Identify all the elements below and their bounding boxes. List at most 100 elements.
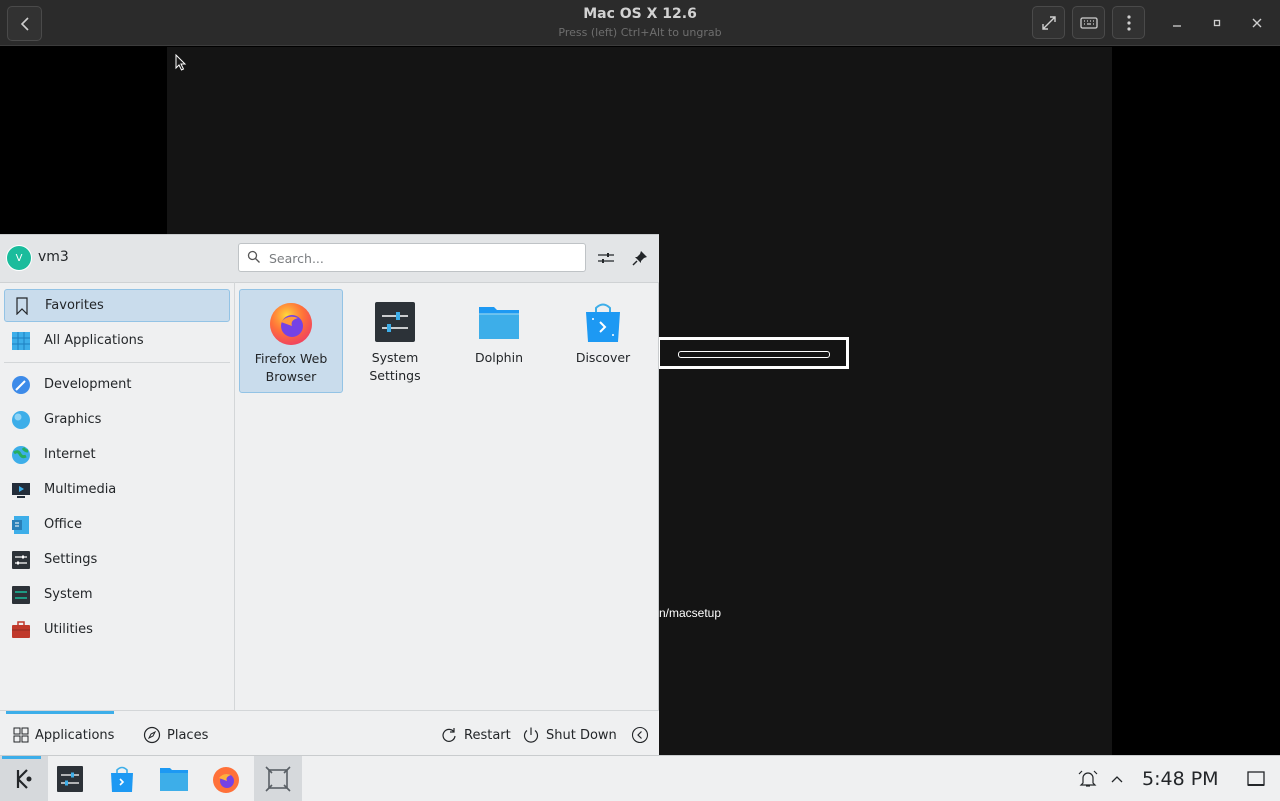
restart-icon: [440, 726, 458, 744]
shutdown-label: Shut Down: [546, 727, 617, 743]
notifications-button[interactable]: [1064, 756, 1112, 801]
keyboard-icon: [1079, 16, 1098, 29]
app-system-settings[interactable]: System Settings: [343, 289, 447, 393]
category-graphics[interactable]: Graphics: [4, 403, 230, 436]
category-label: Favorites: [45, 298, 104, 313]
sliders-icon: [598, 253, 614, 263]
category-sidebar: Favorites All Applications Development G…: [0, 282, 235, 710]
vm-titlebar: Mac OS X 12.6 Press (left) Ctrl+Alt to u…: [0, 0, 1280, 46]
category-internet[interactable]: Internet: [4, 438, 230, 471]
boot-progress-box: [657, 337, 849, 369]
development-icon: [11, 375, 31, 395]
chevron-left-circle-icon: [631, 726, 649, 744]
category-divider: [4, 362, 230, 363]
search-field[interactable]: [238, 243, 586, 272]
app-label: System Settings: [369, 350, 421, 383]
restart-button[interactable]: Restart: [440, 725, 511, 745]
app-label: Discover: [575, 350, 631, 365]
category-label: Graphics: [44, 412, 102, 427]
app-dolphin[interactable]: Dolphin: [447, 289, 551, 393]
avatar[interactable]: V: [6, 245, 32, 271]
firefox-icon: [268, 300, 314, 346]
category-favorites[interactable]: Favorites: [4, 289, 230, 322]
configure-button[interactable]: [595, 247, 617, 269]
mouse-cursor-icon: [175, 54, 187, 71]
category-label: Settings: [44, 552, 98, 567]
category-system[interactable]: System: [4, 578, 230, 611]
vm-window-icon: [265, 765, 291, 792]
user-name: vm3: [38, 249, 69, 265]
minimize-icon: [1173, 25, 1181, 27]
shutdown-button[interactable]: Shut Down: [522, 725, 617, 745]
globe-icon: [11, 445, 31, 465]
taskbar-firefox[interactable]: [202, 756, 250, 801]
category-label: All Applications: [44, 333, 144, 348]
maximize-button[interactable]: [1206, 12, 1228, 34]
discover-icon: [111, 766, 133, 792]
app-label: Firefox Web Browser: [254, 351, 328, 384]
guest-console-text: n/macsetup: [659, 606, 722, 620]
office-icon: [11, 515, 31, 535]
taskbar-dolphin[interactable]: [150, 756, 198, 801]
taskbar-vm-window[interactable]: [254, 756, 302, 801]
category-label: Internet: [44, 447, 96, 462]
leave-more-button[interactable]: [631, 725, 655, 745]
search-icon: [247, 250, 260, 263]
menu-button[interactable]: [1112, 6, 1145, 39]
graphics-icon: [11, 410, 31, 430]
taskbar-system-settings[interactable]: [46, 756, 94, 801]
tab-label: Places: [167, 727, 209, 743]
tab-applications[interactable]: Applications: [13, 725, 114, 745]
taskbar-discover[interactable]: [98, 756, 146, 801]
category-office[interactable]: Office: [4, 508, 230, 541]
category-settings[interactable]: Settings: [4, 543, 230, 576]
fullscreen-button[interactable]: [1032, 6, 1065, 39]
grid-icon: [11, 331, 31, 351]
category-development[interactable]: Development: [4, 368, 230, 401]
system-icon: [11, 585, 31, 605]
show-desktop-icon: [1247, 770, 1265, 786]
app-discover[interactable]: Discover: [551, 289, 655, 393]
category-multimedia[interactable]: Multimedia: [4, 473, 230, 506]
launcher-footer: Applications Places Restart Shut Down: [0, 710, 659, 757]
close-button[interactable]: [1246, 12, 1268, 34]
app-label: Dolphin: [475, 350, 523, 365]
restart-label: Restart: [464, 727, 511, 743]
show-desktop-button[interactable]: [1232, 756, 1280, 801]
kebab-menu-icon: [1126, 14, 1131, 31]
category-all-applications[interactable]: All Applications: [4, 324, 230, 357]
category-label: Office: [44, 517, 82, 532]
favorites-grid: Firefox Web Browser System Settings Dolp…: [235, 282, 659, 710]
application-launcher: V vm3 Favorites All Applications Develop…: [0, 234, 659, 757]
search-input[interactable]: [267, 248, 581, 269]
clock[interactable]: 5:48 PM: [1142, 768, 1219, 790]
system-settings-icon: [57, 765, 83, 792]
maximize-icon: [1213, 19, 1221, 27]
launcher-button[interactable]: [0, 756, 48, 801]
firefox-icon: [213, 766, 239, 793]
pin-button[interactable]: [629, 247, 651, 269]
tray-expand-button[interactable]: [1106, 756, 1128, 801]
app-firefox[interactable]: Firefox Web Browser: [239, 289, 343, 393]
pin-icon: [632, 251, 647, 266]
bookmark-icon: [12, 296, 32, 316]
folder-icon: [476, 299, 522, 345]
active-tab-indicator: [6, 711, 114, 714]
launcher-header: V vm3: [0, 235, 659, 283]
system-settings-icon: [372, 299, 418, 345]
kde-launcher-icon: [16, 768, 32, 789]
utilities-icon: [11, 620, 31, 640]
boot-progress-bar: [678, 351, 830, 358]
launcher-active-indicator: [2, 756, 41, 759]
category-label: System: [44, 587, 93, 602]
compass-icon: [143, 726, 161, 744]
power-icon: [522, 726, 540, 744]
tab-places[interactable]: Places: [143, 725, 208, 745]
applications-grid-icon: [13, 727, 29, 743]
minimize-button[interactable]: [1166, 12, 1188, 34]
settings-icon: [11, 550, 31, 570]
discover-icon: [580, 299, 626, 345]
category-label: Multimedia: [44, 482, 117, 497]
keyboard-button[interactable]: [1072, 6, 1105, 39]
category-utilities[interactable]: Utilities: [4, 613, 230, 646]
